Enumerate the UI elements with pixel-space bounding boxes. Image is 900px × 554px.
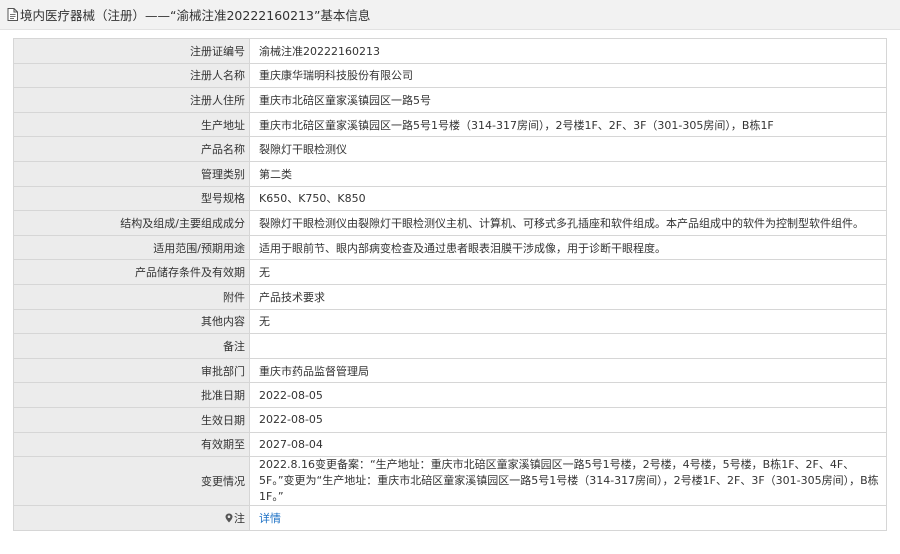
table-row: 管理类别 第二类 <box>13 160 887 187</box>
row-value: 2022-08-05 <box>249 382 887 408</box>
table-row: 备注 <box>13 333 887 359</box>
row-label: 变更情况 <box>13 456 250 507</box>
page-header: 境内医疗器械（注册）——“渝械注准20222160213”基本信息 <box>0 0 900 30</box>
table-row: 产品名称 裂隙灯干眼检测仪 <box>13 136 887 162</box>
row-value: 适用于眼前节、眼内部病变检查及通过患者眼表泪膜干涉成像，用于诊断干眼程度。 <box>249 234 887 261</box>
table-row: 注册人名称 重庆康华瑞明科技股份有限公司 <box>13 62 887 89</box>
row-label: 注册人名称 <box>13 62 250 89</box>
row-value: 裂隙灯干眼检测仪由裂隙灯干眼检测仪主机、计算机、可移式多孔插座和软件组成。本产品… <box>249 210 887 236</box>
row-label: 适用范围/预期用途 <box>13 234 250 261</box>
row-value: 2022-08-05 <box>249 406 887 433</box>
row-value: 重庆市北碚区童家溪镇园区一路5号1号楼（314-317房间），2号楼1F、2F、… <box>249 111 887 138</box>
note-row: 注 详情 <box>13 505 887 531</box>
row-value: 2022.8.16变更备案：“生产地址：重庆市北碚区童家溪镇园区一路5号1号楼，… <box>249 456 887 507</box>
table-row: 结构及组成/主要组成成分 裂隙灯干眼检测仪由裂隙灯干眼检测仪主机、计算机、可移式… <box>13 210 887 236</box>
note-label: 注 <box>234 511 245 525</box>
row-label: 型号规格 <box>13 185 250 212</box>
table-row: 审批部门 重庆市药品监督管理局 <box>13 357 887 384</box>
row-value: 无 <box>249 259 887 285</box>
row-value: 第二类 <box>249 160 887 187</box>
row-value: 2027-08-04 <box>249 431 887 458</box>
row-label: 备注 <box>13 333 250 359</box>
row-label: 注册人住所 <box>13 87 250 113</box>
row-label: 有效期至 <box>13 431 250 458</box>
table-row: 有效期至 2027-08-04 <box>13 431 887 458</box>
info-table: 注册证编号 渝械注准20222160213 注册人名称 重庆康华瑞明科技股份有限… <box>13 38 887 531</box>
row-value: 裂隙灯干眼检测仪 <box>249 136 887 162</box>
table-row: 附件 产品技术要求 <box>13 283 887 310</box>
row-label: 批准日期 <box>13 382 250 408</box>
row-value: 重庆市药品监督管理局 <box>249 357 887 384</box>
row-label: 注册证编号 <box>13 38 250 64</box>
row-label: 附件 <box>13 283 250 310</box>
row-value: 重庆市北碚区童家溪镇园区一路5号 <box>249 87 887 113</box>
table-row: 生效日期 2022-08-05 <box>13 406 887 433</box>
row-value <box>249 333 887 359</box>
row-label: 生产地址 <box>13 111 250 138</box>
row-label: 审批部门 <box>13 357 250 384</box>
table-row: 注册证编号 渝械注准20222160213 <box>13 38 887 64</box>
note-label-cell: 注 <box>13 505 250 531</box>
row-label: 结构及组成/主要组成成分 <box>13 210 250 236</box>
row-label: 生效日期 <box>13 406 250 433</box>
table-row: 产品储存条件及有效期 无 <box>13 259 887 285</box>
row-label: 产品储存条件及有效期 <box>13 259 250 285</box>
table-row: 批准日期 2022-08-05 <box>13 382 887 408</box>
page-title: 境内医疗器械（注册）——“渝械注准20222160213”基本信息 <box>20 8 371 23</box>
table-row: 型号规格 K650、K750、K850 <box>13 185 887 212</box>
note-value-cell: 详情 <box>249 505 887 531</box>
row-value: K650、K750、K850 <box>249 185 887 212</box>
pin-icon <box>225 513 233 523</box>
info-table-container: 注册证编号 渝械注准20222160213 注册人名称 重庆康华瑞明科技股份有限… <box>13 38 887 531</box>
row-value: 渝械注准20222160213 <box>249 38 887 64</box>
table-row: 其他内容 无 <box>13 308 887 335</box>
table-row: 注册人住所 重庆市北碚区童家溪镇园区一路5号 <box>13 87 887 113</box>
row-label: 产品名称 <box>13 136 250 162</box>
table-row: 变更情况 2022.8.16变更备案：“生产地址：重庆市北碚区童家溪镇园区一路5… <box>13 456 887 507</box>
row-value: 重庆康华瑞明科技股份有限公司 <box>249 62 887 89</box>
row-label: 其他内容 <box>13 308 250 335</box>
document-icon <box>7 8 18 21</box>
row-value: 无 <box>249 308 887 335</box>
table-row: 适用范围/预期用途 适用于眼前节、眼内部病变检查及通过患者眼表泪膜干涉成像，用于… <box>13 234 887 261</box>
details-link[interactable]: 详情 <box>259 512 281 525</box>
table-row: 生产地址 重庆市北碚区童家溪镇园区一路5号1号楼（314-317房间），2号楼1… <box>13 111 887 138</box>
row-value: 产品技术要求 <box>249 283 887 310</box>
row-label: 管理类别 <box>13 160 250 187</box>
